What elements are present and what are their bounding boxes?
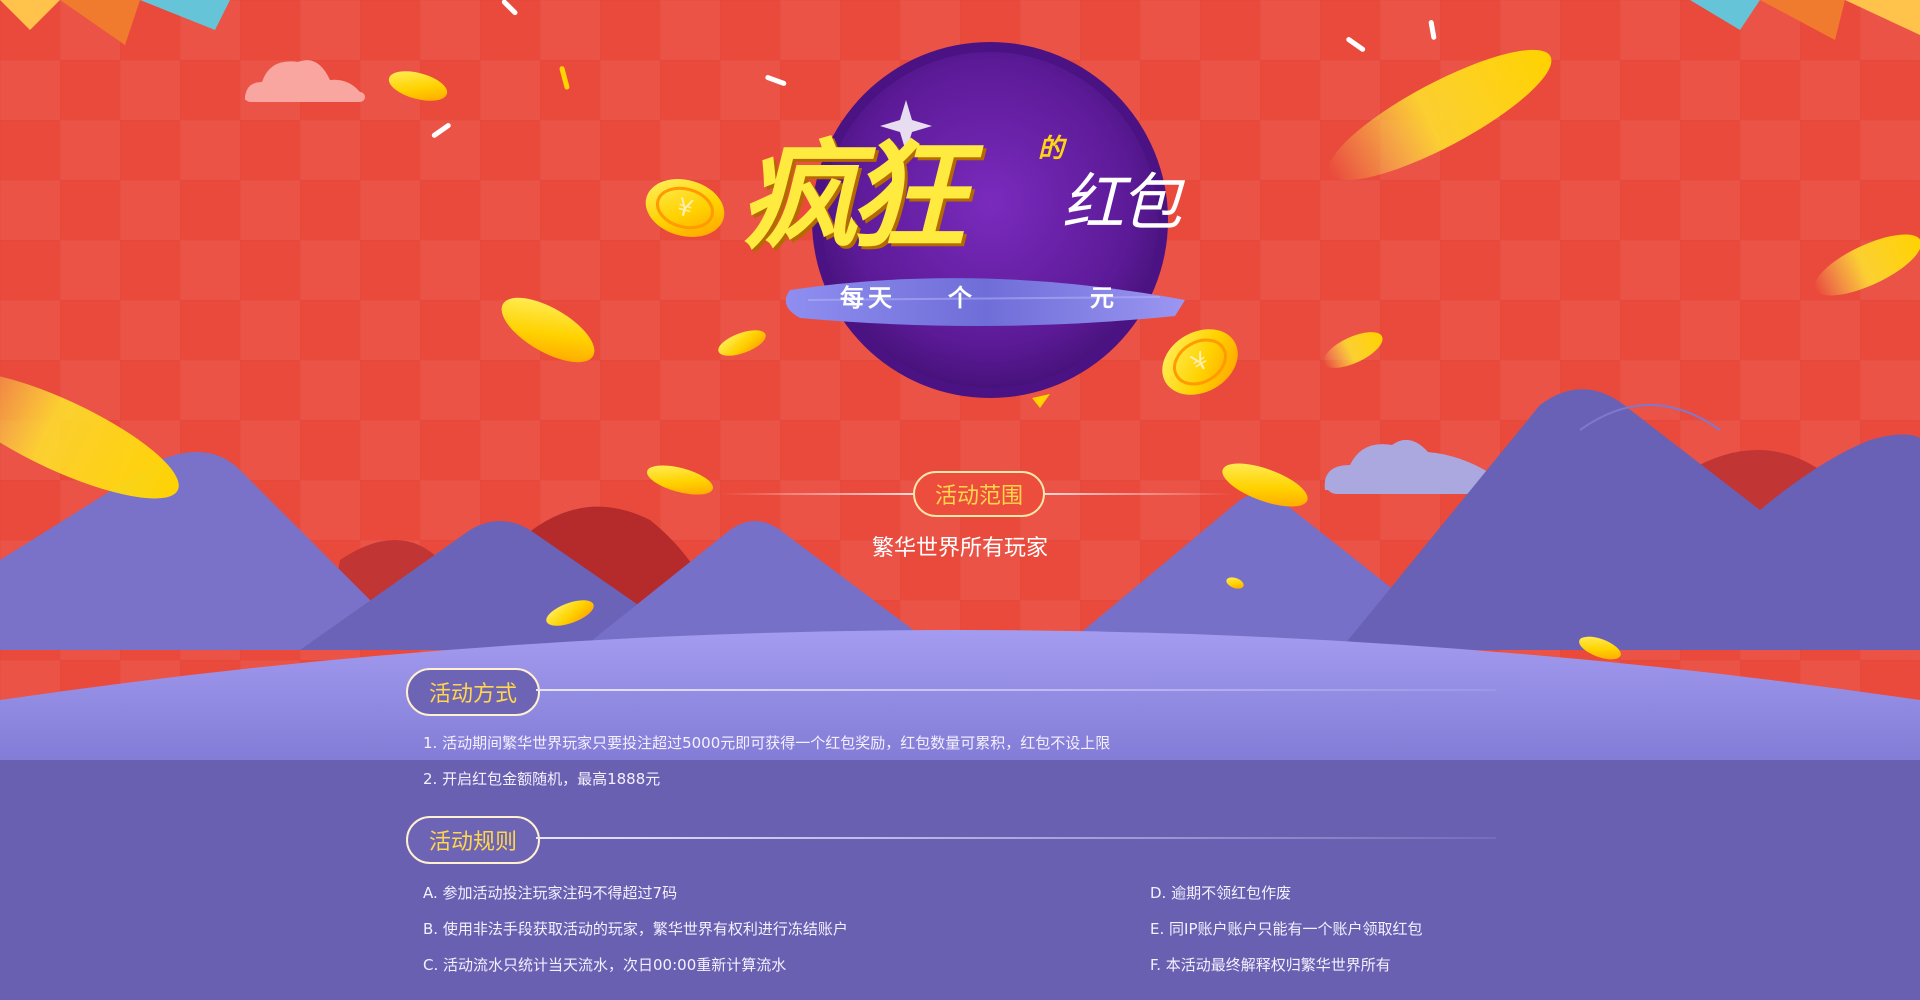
range-divider-right: [1041, 493, 1234, 495]
rule-item-f: F. 本活动最终解释权归繁华世界所有: [1150, 956, 1391, 974]
slogan-every-day: 每天: [840, 283, 896, 312]
method-item-1: 1. 活动期间繁华世界玩家只要投注超过5000元即可获得一个红包奖励，红包数量可…: [423, 734, 1111, 752]
slogan-yuan-unit: 元: [1090, 283, 1114, 312]
rules-section-label: 活动规则: [406, 816, 540, 864]
method-item-2: 2. 开启红包金额随机，最高1888元: [423, 770, 661, 788]
method-list: 1. 活动期间繁华世界玩家只要投注超过5000元即可获得一个红包奖励，红包数量可…: [423, 725, 1110, 797]
slogan-count-unit: 个: [948, 283, 972, 312]
pink-cloud-decoration: [245, 60, 365, 102]
rule-item-a: A. 参加活动投注玩家注码不得超过7码: [423, 884, 678, 902]
hero-title-tail: 红包: [1062, 166, 1182, 239]
top-right-flags-decoration: [1690, 0, 1920, 40]
rules-list-right: D. 逾期不领红包作废 E. 同IP账户账户只能有一个账户领取红包 F. 本活动…: [1150, 875, 1423, 983]
hero-title-de: 的: [1038, 134, 1065, 164]
promo-page: ¥ ¥ 疯狂 的 红包 每天 个 元 活动范围 繁华世界所有玩家 活动方式 1.…: [0, 0, 1920, 1000]
method-divider: [536, 689, 1496, 691]
range-section-label: 活动范围: [913, 471, 1045, 517]
top-left-flags-decoration: [0, 0, 230, 45]
rule-item-c: C. 活动流水只统计当天流水，次日00:00重新计算流水: [423, 956, 787, 974]
rule-item-e: E. 同IP账户账户只能有一个账户领取红包: [1150, 920, 1423, 938]
method-section-label: 活动方式: [406, 668, 540, 716]
range-divider-left: [720, 493, 913, 495]
hero-title: 疯狂 的 红包: [740, 100, 1220, 280]
rule-item-d: D. 逾期不领红包作废: [1150, 884, 1292, 902]
hero-slogan: 每天 个 元: [840, 278, 1140, 314]
rules-divider: [536, 837, 1496, 839]
rule-item-b: B. 使用非法手段获取活动的玩家，繁华世界有权利进行冻结账户: [423, 920, 848, 938]
hero-title-main: 疯狂: [740, 126, 966, 265]
rules-list-left: A. 参加活动投注玩家注码不得超过7码 B. 使用非法手段获取活动的玩家，繁华世…: [423, 875, 848, 983]
range-description: 繁华世界所有玩家: [871, 536, 1048, 561]
lilac-cloud-decoration: [1324, 439, 1490, 494]
